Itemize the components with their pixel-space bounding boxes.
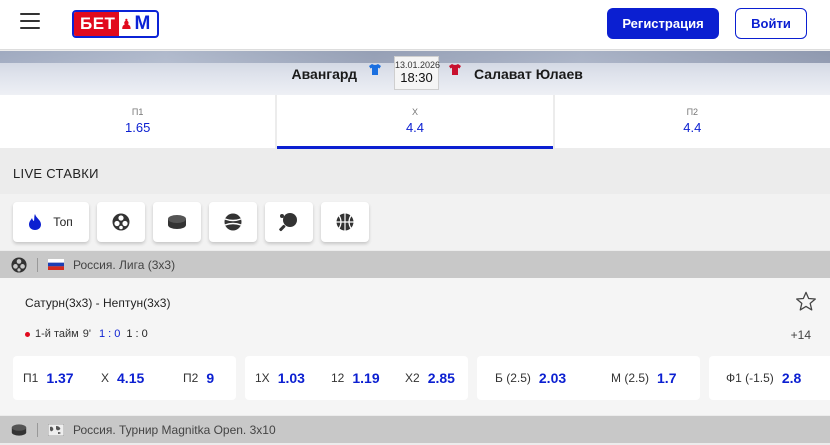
tennis-ball-icon [224,213,242,231]
league-header-russia-3x3[interactable]: Россия. Лига (3х3) [0,251,830,278]
world-flag-icon [48,423,64,436]
bet-x2[interactable]: Х2 2.85 [405,356,455,400]
match-time: 18:30 [400,70,433,85]
divider [37,257,38,272]
sport-tab-top[interactable]: Топ [13,202,89,242]
top-header: БЕТ ♟ М Регистрация Войти [0,0,830,50]
league-header-magnitka-open[interactable]: Россия. Турнир Magnitka Open. 3х10 [0,416,830,443]
match-datetime: 13.01.2026 18:30 [394,56,441,90]
bet-p2[interactable]: П2 9 [183,356,214,400]
betm-logo[interactable]: БЕТ ♟ М [72,10,159,38]
fire-icon [29,214,42,230]
event-period: 1-й тайм [35,328,79,340]
bet-under-2-5[interactable]: М (2.5) 1.7 [611,356,676,400]
odds-label: Х [411,107,418,117]
bet-value: 2.8 [781,370,802,386]
sport-tab-basketball[interactable] [321,202,369,242]
volleyball-icon [112,213,130,231]
table-tennis-icon [279,213,297,232]
bet-label: Ф1 (-1.5) [726,371,774,385]
bet-label: 1Х [255,371,270,385]
live-event-card[interactable]: Сатурн(3х3) - Нептун(3х3) 1-й тайм 9' 1 … [0,278,830,415]
russia-flag-icon [48,259,64,270]
bet-label: М (2.5) [611,371,650,385]
league-name: Россия. Турнир Magnitka Open. 3х10 [73,422,276,437]
odds-p2[interactable]: П2 4.4 [555,95,830,148]
bet-label: Х2 [405,371,420,385]
volleyball-icon [11,256,27,273]
login-button[interactable]: Войти [735,8,807,39]
odds-label: П1 [131,107,144,117]
away-team-shirt-icon [449,64,461,75]
live-dot-icon [25,331,30,337]
event-score: 1 : 0 [98,328,121,340]
logo-bet-text: БЕТ [74,12,120,36]
live-bets-title: LIVE СТАВКИ [13,166,99,181]
hockey-puck-icon [168,215,186,229]
event-period-score: 1 : 0 [126,328,148,340]
event-teams[interactable]: Сатурн(3х3) - Нептун(3х3) [25,296,170,310]
home-team-shirt-icon [369,64,381,75]
bet-group-handicap: Ф1 (-1.5) 2.8 [709,356,830,400]
odds-value: 1.65 [125,120,151,135]
odds-value: 4.4 [683,120,702,135]
bet-value: 9 [206,370,215,386]
bet-label: 12 [331,371,345,385]
bet-value: 4.15 [117,370,145,386]
bet-group-double-chance: 1Х 1.03 12 1.19 Х2 2.85 [245,356,468,400]
odds-value: 4.4 [405,120,425,135]
hamburger-menu-icon[interactable] [20,13,40,31]
logo-chess-icon: ♟ [120,15,133,32]
register-button[interactable]: Регистрация [607,8,719,39]
main-odds-row: П1 1.65 Х 4.4 П2 4.4 [0,95,830,149]
sport-tab-top-label: Топ [53,215,73,229]
bet-x[interactable]: Х 4.15 [101,356,144,400]
sport-tab-volleyball[interactable] [97,202,145,242]
league-name: Россия. Лига (3х3) [73,257,176,272]
bet-label: П2 [183,371,199,385]
bet-value: 1.03 [277,370,305,386]
bet-group-outcome: П1 1.37 Х 4.15 П2 9 [13,356,236,400]
bet-value: 1.19 [352,370,380,386]
odds-label: П2 [686,107,699,117]
hockey-puck-icon [11,423,27,436]
odds-x[interactable]: Х 4.4 [277,95,555,149]
bet-value: 2.03 [538,370,567,386]
divider [37,422,38,437]
bet-value: 1.7 [657,370,677,386]
logo-m-text: М [134,13,151,34]
bet-p1[interactable]: П1 1.37 [23,356,74,400]
basketball-icon [336,213,354,231]
match-date: 13.01.2026 [395,60,441,70]
event-status: 1-й тайм 9' 1 : 0 1 : 0 [25,328,148,340]
bet-label: Х [101,371,110,385]
favorite-star-icon[interactable] [795,291,817,312]
sport-tab-hockey[interactable] [153,202,201,242]
event-minute: 9' [82,328,91,340]
sport-tab-table-tennis[interactable] [265,202,313,242]
bet-value: 2.85 [427,370,455,386]
away-team-name: Салават Юлаев [474,66,583,82]
bet-1x[interactable]: 1Х 1.03 [255,356,305,400]
sport-tabs-bar: Топ [0,194,830,250]
bet-12[interactable]: 12 1.19 [331,356,380,400]
bet-over-2-5[interactable]: Б (2.5) 2.03 [495,356,566,400]
featured-match-banner[interactable]: Авангард 13.01.2026 18:30 Салават Юлаев [0,51,830,95]
more-bets-count[interactable]: +14 [791,328,811,342]
bet-value: 1.37 [46,370,74,386]
bet-group-total: Б (2.5) 2.03 М (2.5) 1.7 [477,356,700,400]
home-team-name: Авангард [291,66,357,82]
sport-tab-tennis[interactable] [209,202,257,242]
odds-p1[interactable]: П1 1.65 [0,95,278,148]
bet-label: Б (2.5) [495,371,531,385]
bet-label: П1 [23,371,39,385]
bet-handicap-1[interactable]: Ф1 (-1.5) 2.8 [726,356,801,400]
